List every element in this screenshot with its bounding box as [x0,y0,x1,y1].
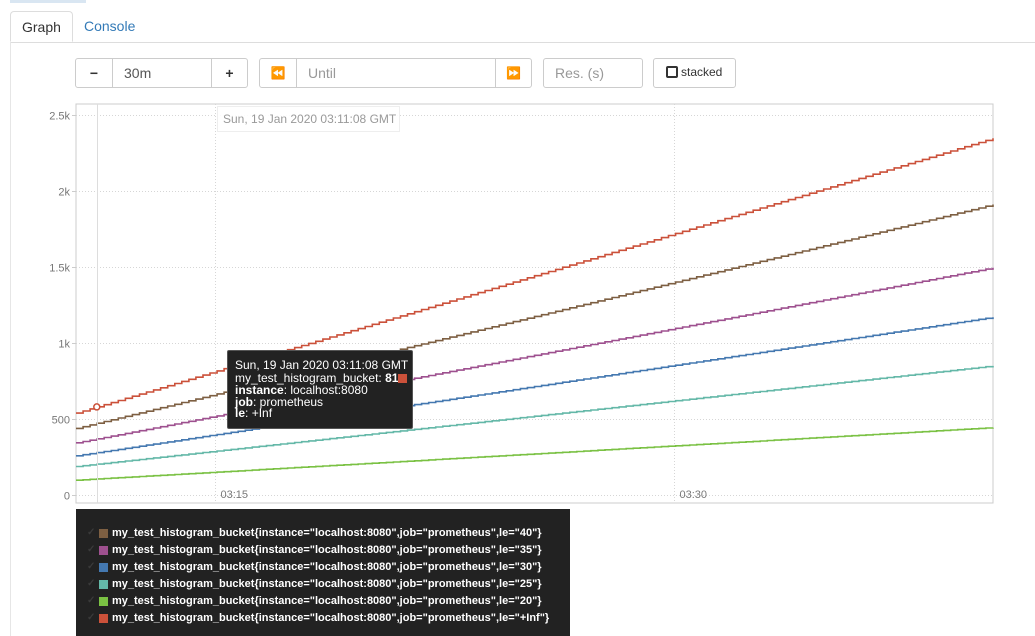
check-icon: ✓ [87,578,96,589]
data-tooltip: Sun, 19 Jan 2020 03:11:08 GMT my_test_hi… [227,350,413,429]
legend-swatch [99,563,108,572]
check-icon: ✓ [87,612,96,623]
legend-swatch [99,546,108,555]
check-icon: ✓ [87,544,96,555]
hover-point [93,403,101,411]
check-icon: ✓ [87,595,96,606]
legend-swatch [99,597,108,606]
legend-label: my_test_histogram_bucket{instance="local… [112,527,542,539]
legend-label: my_test_histogram_bucket{instance="local… [112,544,542,556]
plot-area [75,103,994,504]
legend-label: my_test_histogram_bucket{instance="local… [112,612,550,624]
legend-swatch [99,529,108,538]
check-icon: ✓ [87,561,96,572]
tooltip-label-le: le: +Inf [235,406,273,420]
legend-swatch [99,580,108,589]
tooltip-value: 81 [385,371,399,385]
check-icon: ✓ [87,527,96,538]
legend-label: my_test_histogram_bucket{instance="local… [112,595,542,607]
y-tick-label: 1.5k [49,263,70,275]
legend-swatch [99,614,108,623]
y-tick-label: 1k [58,339,70,351]
chart-legend: ✓ my_test_histogram_bucket{instance="loca… [76,509,570,636]
y-tick-label: 2k [58,187,70,199]
x-tick-label: 03:30 [680,489,708,501]
chart-grid [75,103,994,504]
y-tick-label: 2.5k [49,111,70,123]
y-tick-label: 0 [64,491,70,503]
hover-time-label: Sun, 19 Jan 2020 03:11:08 GMT [217,106,400,132]
tooltip-timestamp: Sun, 19 Jan 2020 03:11:08 GMT [235,358,409,372]
legend-label: my_test_histogram_bucket{instance="local… [112,578,542,590]
x-tick-label: 03:15 [221,489,249,501]
legend-label: my_test_histogram_bucket{instance="local… [112,561,542,573]
y-tick-label: 500 [52,415,70,427]
series-color-swatch [398,374,408,383]
